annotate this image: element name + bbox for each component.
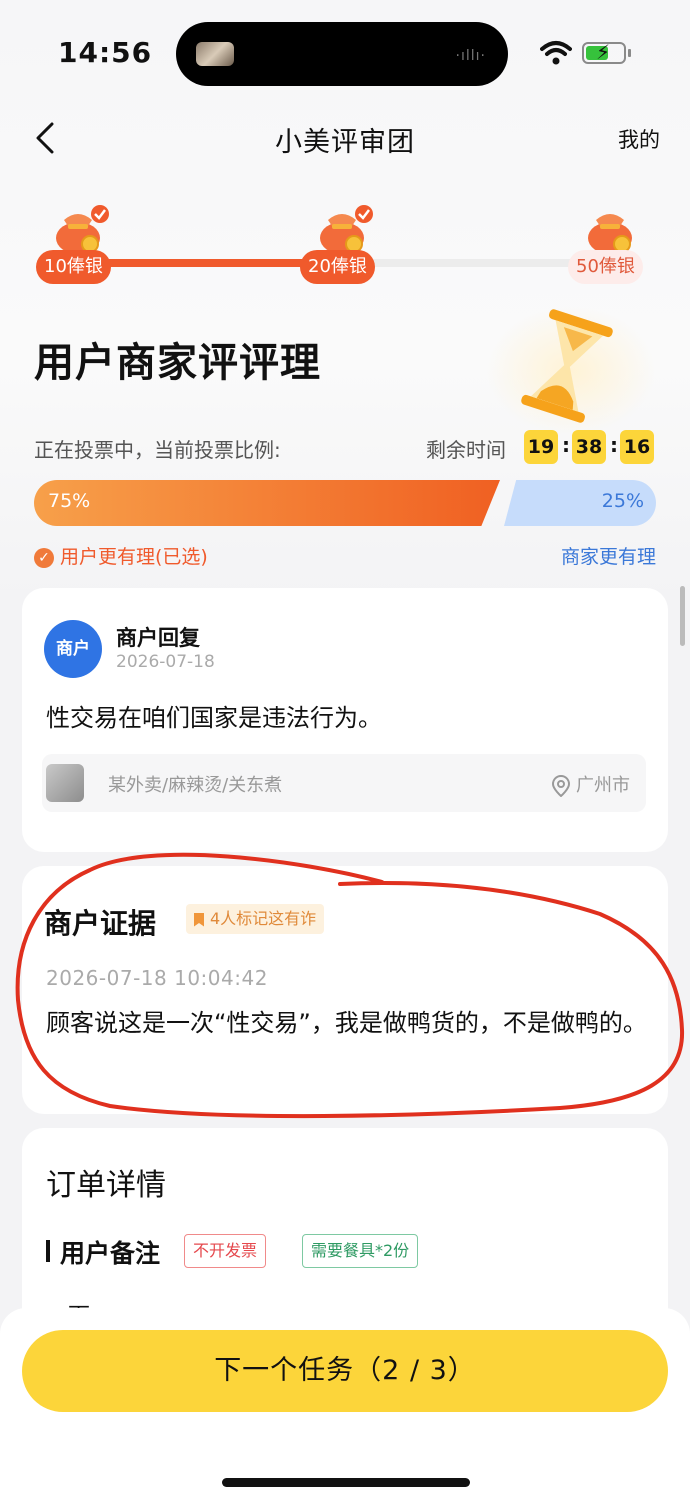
reward-label: 50俸银 [568, 250, 643, 284]
timer-seconds: 16 [620, 430, 654, 464]
reward-milestone-3: 50俸银 [568, 204, 658, 288]
evidence-title: 商户证据 [44, 907, 157, 940]
page-title: 用户商家评评理 [34, 340, 321, 386]
reward-label: 10俸银 [36, 250, 111, 284]
tableware-tag: 需要餐具*2份 [302, 1234, 419, 1268]
timer-minutes: 38 [572, 430, 606, 464]
reward-milestone-2: 20俸银 [300, 204, 390, 288]
vote-status-label: 正在投票中，当前投票比例: [34, 438, 281, 462]
vote-user-label: 用户更有理(已选) [60, 546, 208, 568]
hourglass-icon [521, 309, 613, 423]
fraud-flag-badge[interactable]: 4人标记这有诈 [186, 904, 325, 934]
shop-info[interactable]: 某外卖/麻辣烫/关东煮 广州市 [42, 754, 646, 812]
user-note-title: 用户备注 [60, 1239, 161, 1268]
status-time: 14:56 [58, 36, 153, 69]
evidence-datetime: 2026-07-18 10:04:42 [46, 966, 268, 990]
media-thumbnail-icon [196, 42, 234, 66]
no-invoice-tag: 不开发票 [184, 1234, 267, 1268]
evidence-text: 顾客说这是一次“性交易”，我是做鸭货的，不是做鸭的。 [46, 1009, 647, 1037]
reply-date: 2026-07-18 [116, 652, 215, 672]
audio-wave-icon: ·ıllı· [455, 48, 486, 64]
reply-text: 性交易在咱们国家是违法行为。 [46, 704, 382, 732]
check-icon: ✓ [34, 547, 54, 568]
section-marker [46, 1240, 50, 1262]
vote-user-option[interactable]: ✓ 用户更有理(已选) [34, 542, 208, 569]
location-pin-icon [552, 775, 570, 797]
money-bag-icon [588, 214, 632, 254]
bookmark-flag-icon [194, 912, 204, 927]
timer-separator: : [610, 433, 618, 457]
shop-name: 某外卖/麻辣烫/关东煮 [108, 775, 283, 796]
merchant-percent: 25% [601, 490, 644, 512]
shop-location-text: 广州市 [576, 775, 630, 796]
user-percent: 75% [48, 490, 91, 512]
reward-label: 20俸银 [300, 250, 375, 284]
mine-link[interactable]: 我的 [618, 124, 660, 154]
scrollbar[interactable] [680, 586, 685, 646]
next-task-button[interactable]: 下一个任务（2 / 3） [22, 1330, 668, 1412]
home-indicator[interactable] [222, 1478, 470, 1487]
nav-title: 小美评审团 [275, 127, 415, 158]
fraud-flag-text: 4人标记这有诈 [210, 909, 317, 928]
vote-merchant-option[interactable]: 商家更有理 [561, 542, 656, 569]
vote-bar-merchant: 25% [504, 480, 656, 526]
merchant-evidence-card: 商户证据 4人标记这有诈 2026-07-18 10:04:42 顾客说这是一次… [22, 866, 668, 1114]
money-bag-icon [320, 205, 373, 254]
merchant-reply-card: 商户 商户回复 2026-07-18 性交易在咱们国家是违法行为。 某外卖/麻辣… [22, 588, 668, 852]
reply-title: 商户回复 [116, 626, 200, 650]
shop-thumbnail-icon [46, 764, 84, 802]
dynamic-island: ·ıllı· [176, 22, 508, 86]
wifi-icon [540, 41, 572, 65]
timer-hours: 19 [524, 430, 558, 464]
timer-separator: : [562, 433, 570, 457]
reward-milestone-1: 10俸银 [36, 204, 126, 288]
order-title: 订单详情 [46, 1168, 166, 1203]
merchant-avatar: 商户 [44, 620, 102, 678]
charging-bolt-icon: ⚡ [596, 40, 611, 64]
shop-location: 广州市 [552, 771, 630, 797]
battery-tip [628, 49, 631, 57]
vote-bar-user: 75% [34, 480, 500, 526]
remaining-time-label: 剩余时间 [426, 438, 506, 462]
money-bag-icon [56, 205, 109, 254]
